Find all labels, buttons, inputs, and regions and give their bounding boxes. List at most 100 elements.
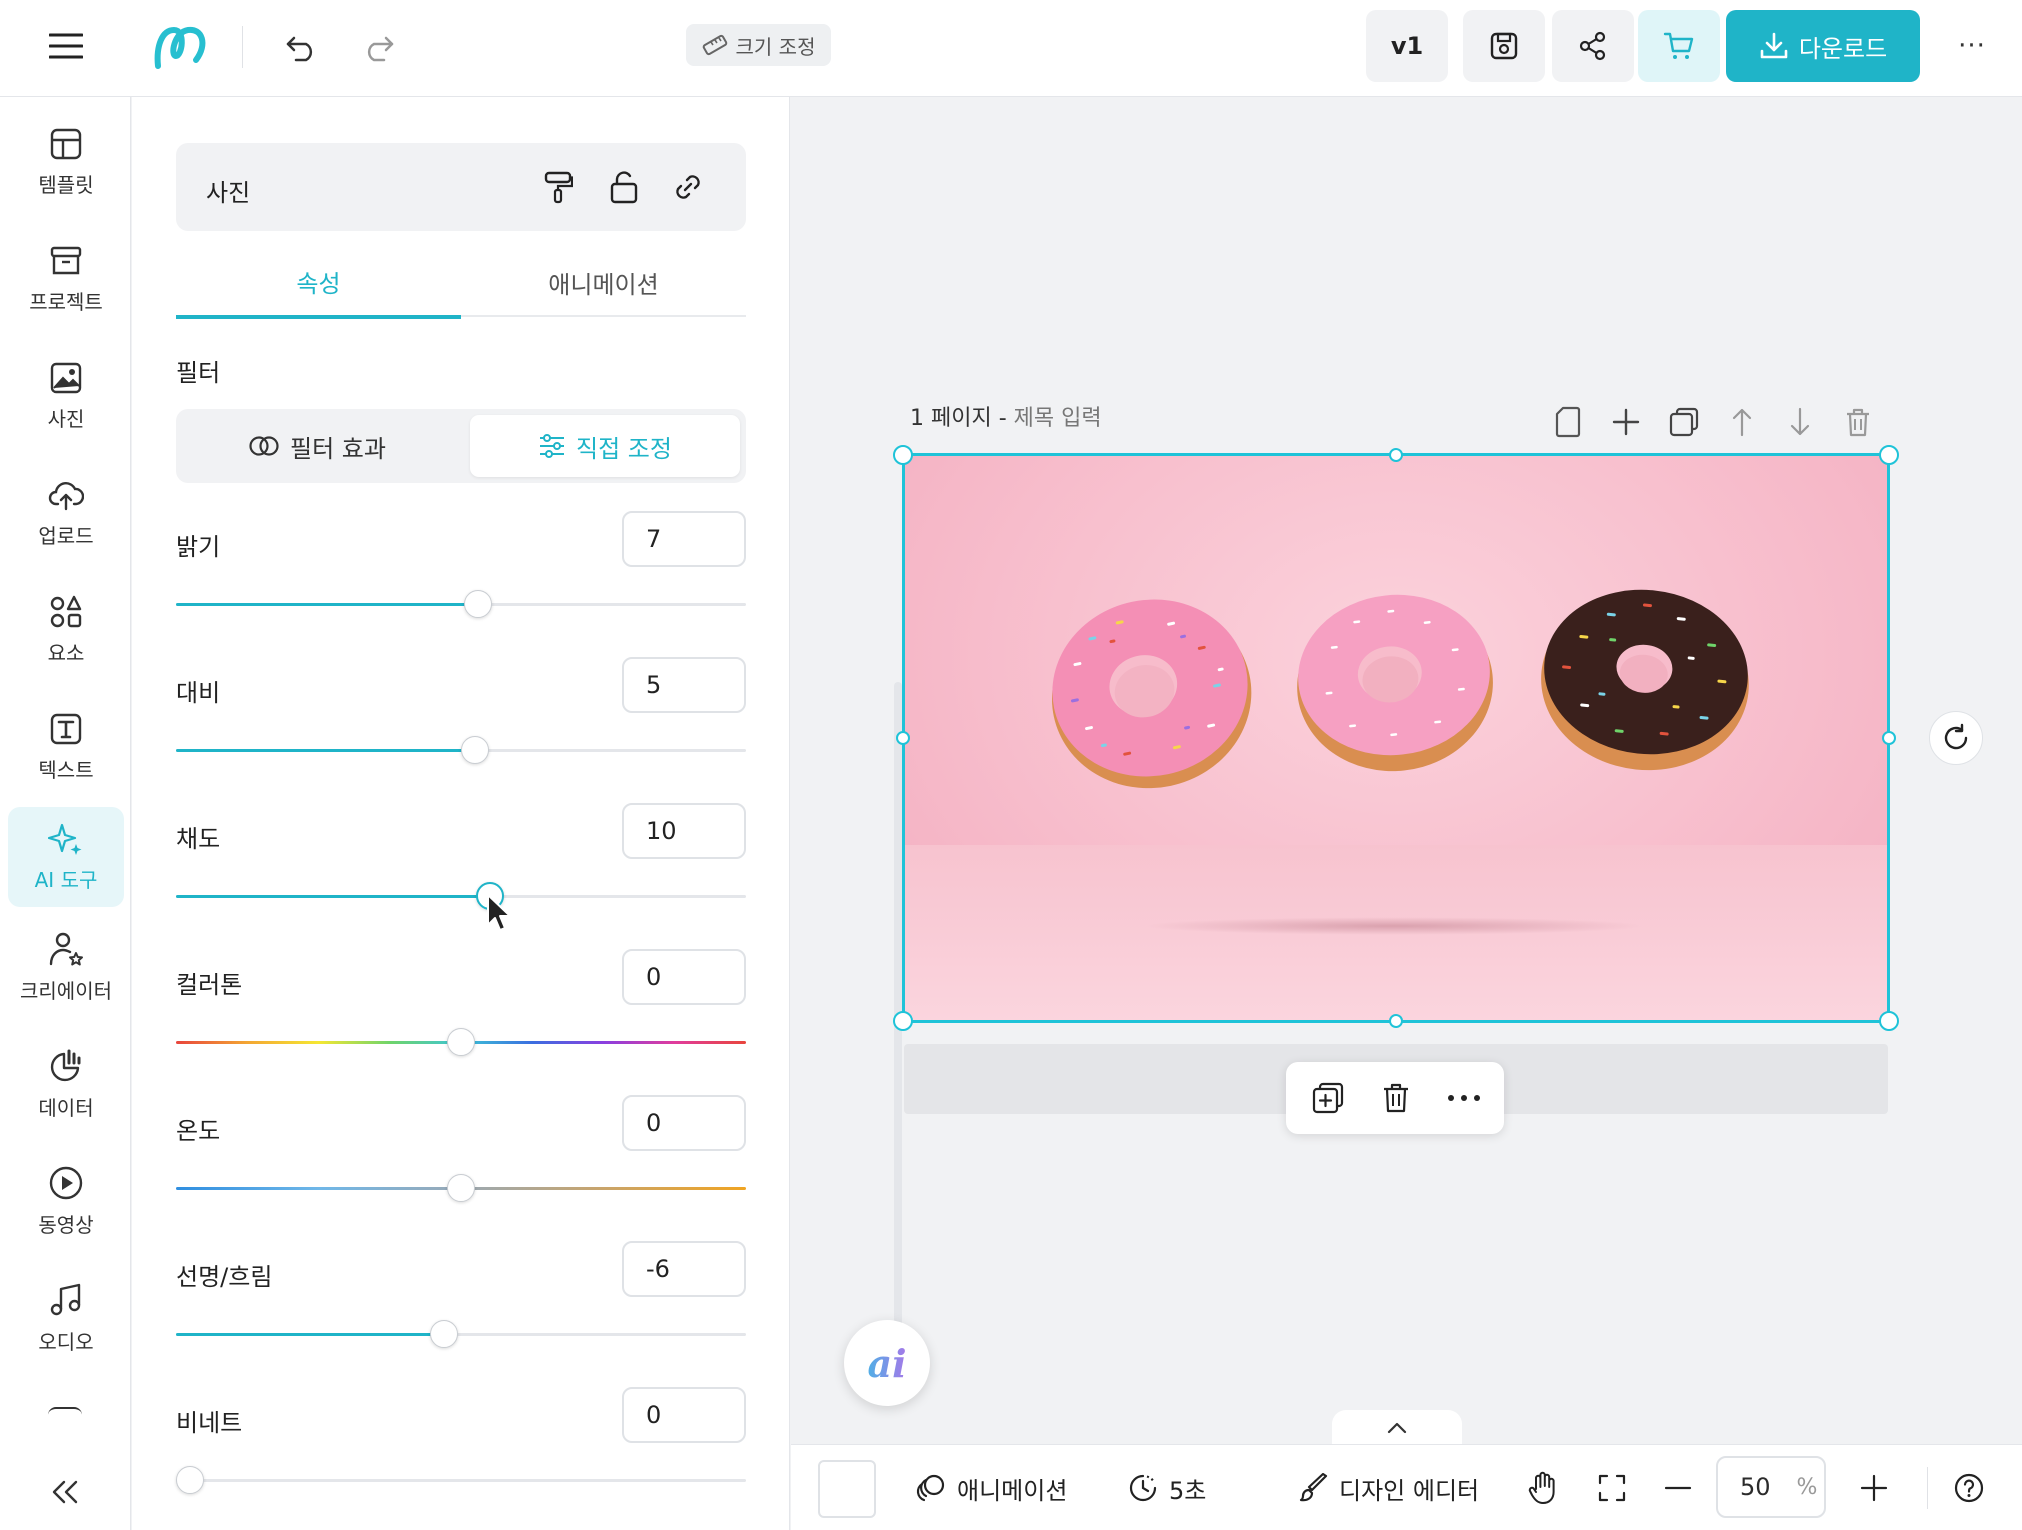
tint-slider[interactable] [176, 1028, 746, 1056]
slider-handle[interactable] [447, 1174, 475, 1202]
slider-handle[interactable] [176, 1466, 204, 1494]
nav-item-data[interactable]: 데이터 [8, 1034, 124, 1134]
temperature-label: 온도 [176, 1117, 221, 1145]
version-button[interactable]: v1 [1366, 10, 1448, 82]
vignette-input[interactable]: 0 [622, 1387, 746, 1443]
resize-button[interactable]: 크기 조정 [686, 24, 831, 66]
tab-properties[interactable]: 속성 [176, 247, 461, 319]
resize-handle-bottom-right[interactable] [1879, 1011, 1899, 1031]
creator-icon [48, 931, 84, 967]
slider-handle[interactable] [464, 590, 492, 618]
share-button[interactable] [1552, 10, 1634, 82]
rotate-icon[interactable] [1929, 711, 1983, 765]
resize-label: 크기 조정 [735, 34, 816, 59]
sharpness-slider[interactable] [176, 1320, 746, 1348]
help-icon[interactable] [1953, 1463, 1985, 1513]
brightness-slider[interactable] [176, 590, 746, 618]
download-label: 다운로드 [1798, 34, 1888, 63]
tab-animation[interactable]: 애니메이션 [461, 247, 746, 317]
move-page-up-icon[interactable] [1722, 402, 1762, 442]
cart-icon [1663, 31, 1695, 61]
contrast-input[interactable]: 5 [622, 657, 746, 713]
tint-input[interactable]: 0 [622, 949, 746, 1005]
zoom-out-icon[interactable] [1663, 1463, 1693, 1513]
nav-item-creator[interactable]: 크리에이터 [8, 917, 124, 1017]
slider-handle[interactable] [430, 1320, 458, 1348]
nav-item-photos[interactable]: 사진 [8, 346, 124, 446]
redo-icon[interactable] [356, 26, 400, 70]
mouse-cursor-icon [486, 893, 516, 933]
page-icon[interactable] [1548, 402, 1588, 442]
animation-button[interactable]: 애니메이션 [915, 1463, 1067, 1513]
resize-handle-top-left[interactable] [893, 445, 913, 465]
add-page-icon[interactable] [1606, 402, 1646, 442]
temperature-slider[interactable] [176, 1174, 746, 1202]
zoom-value: 50 [1740, 1473, 1771, 1501]
undo-icon[interactable] [280, 26, 324, 70]
unlock-icon[interactable] [602, 165, 646, 209]
collapse-nav-icon[interactable] [40, 1467, 90, 1517]
nav-item-projects[interactable]: 프로젝트 [8, 229, 124, 329]
fit-screen-icon[interactable] [1597, 1463, 1627, 1513]
saturation-slider[interactable] [176, 882, 746, 910]
delete-element-icon[interactable] [1374, 1076, 1418, 1120]
brightness-input[interactable]: 7 [622, 511, 746, 567]
link-icon[interactable] [666, 165, 710, 209]
more-options-icon[interactable] [1442, 1076, 1486, 1120]
resize-handle-bottom-left[interactable] [893, 1011, 913, 1031]
duration-label: 5초 [1169, 1476, 1207, 1505]
expand-pages-button[interactable] [1332, 1410, 1462, 1446]
save-button[interactable] [1463, 10, 1545, 82]
vignette-slider[interactable] [176, 1466, 746, 1494]
nav-item-ai-tools[interactable]: AI 도구 [8, 807, 124, 907]
cart-button[interactable] [1638, 10, 1720, 82]
nav-label: 크리에이터 [20, 978, 112, 1003]
slider-handle[interactable] [447, 1028, 475, 1056]
zoom-in-icon[interactable] [1859, 1463, 1889, 1513]
duration-button[interactable]: 5초 [1127, 1463, 1206, 1513]
page-title-input[interactable]: 제목 입력 [1014, 406, 1102, 431]
logo-icon[interactable] [150, 18, 212, 74]
temperature-input[interactable]: 0 [622, 1095, 746, 1151]
sharpness-input[interactable]: -6 [622, 1241, 746, 1297]
more-menu-button[interactable]: ··· [1950, 24, 1994, 68]
contrast-slider[interactable] [176, 736, 746, 764]
menu-icon[interactable] [40, 22, 92, 70]
duplicate-page-icon[interactable] [1664, 402, 1704, 442]
hand-tool-icon[interactable] [1527, 1463, 1559, 1513]
animation-icon [915, 1473, 947, 1503]
filter-effect-option[interactable]: 필터 효과 [182, 415, 452, 477]
nav-item-text[interactable]: 텍스트 [8, 697, 124, 797]
download-button[interactable]: 다운로드 [1726, 10, 1920, 82]
saturation-input[interactable]: 10 [622, 803, 746, 859]
background-color-swatch[interactable] [818, 1460, 876, 1518]
chevron-up-icon [1387, 1422, 1407, 1434]
upload-icon [48, 478, 84, 512]
editor-app: 크기 조정 v1 다운로드 ··· 템플릿 프로젝트 사진 업로드 요소 텍스트… [0, 0, 2022, 1530]
resize-handle-right[interactable] [1882, 731, 1896, 745]
nav-label: 데이터 [38, 1095, 94, 1120]
ai-assistant-button[interactable]: ai [844, 1320, 930, 1406]
design-editor-button[interactable]: 디자인 에디터 [1299, 1463, 1479, 1513]
resize-handle-left[interactable] [896, 731, 910, 745]
nav-item-video[interactable]: 동영상 [8, 1151, 124, 1251]
nav-item-audio[interactable]: 오디오 [8, 1268, 124, 1368]
delete-page-icon[interactable] [1838, 402, 1878, 442]
paint-roller-icon[interactable] [536, 165, 580, 209]
move-page-down-icon[interactable] [1780, 402, 1820, 442]
more-nav-icon[interactable] [48, 1407, 82, 1421]
selection-frame[interactable] [902, 453, 1890, 1023]
duplicate-element-icon[interactable] [1306, 1076, 1350, 1120]
manual-adjust-option[interactable]: 직접 조정 [470, 415, 740, 477]
resize-handle-top[interactable] [1389, 448, 1403, 462]
nav-item-templates[interactable]: 템플릿 [8, 112, 124, 212]
manual-adjust-label: 직접 조정 [576, 434, 672, 463]
brush-icon [1299, 1473, 1329, 1503]
zoom-input[interactable]: 50 % [1716, 1456, 1826, 1518]
nav-label: 사진 [47, 406, 85, 431]
nav-item-upload[interactable]: 업로드 [8, 463, 124, 563]
slider-handle[interactable] [461, 736, 489, 764]
nav-item-elements[interactable]: 요소 [8, 580, 124, 680]
resize-handle-bottom[interactable] [1389, 1014, 1403, 1028]
resize-handle-top-right[interactable] [1879, 445, 1899, 465]
